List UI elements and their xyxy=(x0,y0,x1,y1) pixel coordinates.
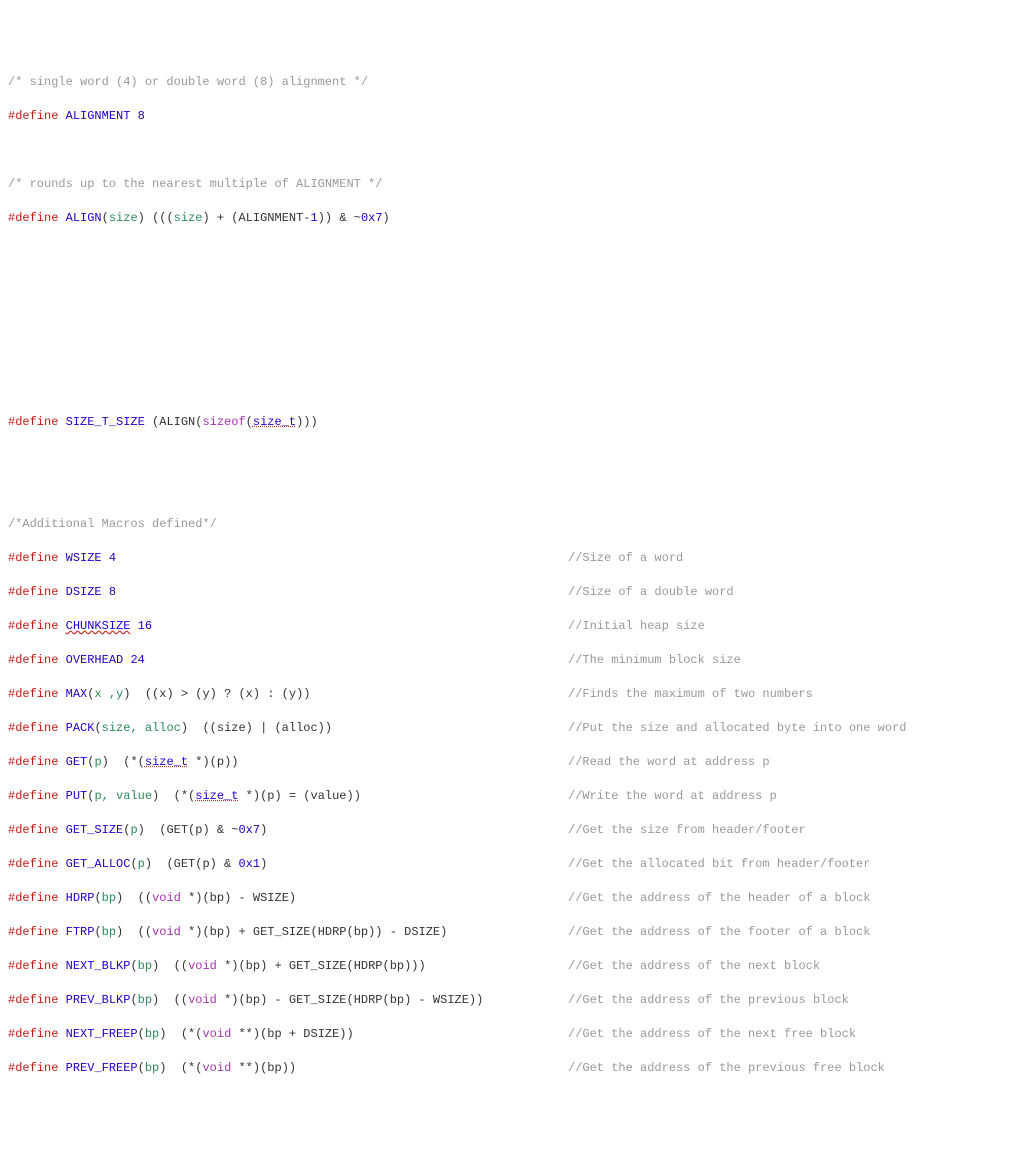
define-dsize: #define DSIZE 8//Size of a double word xyxy=(8,584,1016,601)
blank xyxy=(8,244,1016,261)
define-next-freep: #define NEXT_FREEP(bp) (*(void **)(bp + … xyxy=(8,1026,1016,1043)
blank xyxy=(8,312,1016,329)
define-prev-blkp: #define PREV_BLKP(bp) ((void *)(bp) - GE… xyxy=(8,992,1016,1009)
blank xyxy=(8,346,1016,363)
comment-line: /* single word (4) or double word (8) al… xyxy=(8,74,1016,91)
define-wsize: #define WSIZE 4//Size of a word xyxy=(8,550,1016,567)
define-hdrp: #define HDRP(bp) ((void *)(bp) - WSIZE)/… xyxy=(8,890,1016,907)
blank xyxy=(8,448,1016,465)
define-next-blkp: #define NEXT_BLKP(bp) ((void *)(bp) + GE… xyxy=(8,958,1016,975)
blank xyxy=(8,482,1016,499)
define-get-size: #define GET_SIZE(p) (GET(p) & ~0x7)//Get… xyxy=(8,822,1016,839)
define-align: #define ALIGN(size) (((size) + (ALIGNMEN… xyxy=(8,210,1016,227)
define-overhead: #define OVERHEAD 24//The minimum block s… xyxy=(8,652,1016,669)
define-get: #define GET(p) (*(size_t *)(p))//Read th… xyxy=(8,754,1016,771)
comment-line: /* rounds up to the nearest multiple of … xyxy=(8,176,1016,193)
comment-line: /*Additional Macros defined*/ xyxy=(8,516,1016,533)
define-get-alloc: #define GET_ALLOC(p) (GET(p) & 0x1)//Get… xyxy=(8,856,1016,873)
define-max: #define MAX(x ,y) ((x) > (y) ? (x) : (y)… xyxy=(8,686,1016,703)
blank xyxy=(8,380,1016,397)
define-put: #define PUT(p, value) (*(size_t *)(p) = … xyxy=(8,788,1016,805)
define-ftrp: #define FTRP(bp) ((void *)(bp) + GET_SIZ… xyxy=(8,924,1016,941)
define-size-t-size: #define SIZE_T_SIZE (ALIGN(sizeof(size_t… xyxy=(8,414,1016,431)
define-prev-freep: #define PREV_FREEP(bp) (*(void **)(bp))/… xyxy=(8,1060,1016,1077)
define-alignment: #define ALIGNMENT 8 xyxy=(8,108,1016,125)
blank xyxy=(8,142,1016,159)
define-pack: #define PACK(size, alloc) ((size) | (all… xyxy=(8,720,1016,737)
define-chunksize: #define CHUNKSIZE 16//Initial heap size xyxy=(8,618,1016,635)
blank xyxy=(8,278,1016,295)
